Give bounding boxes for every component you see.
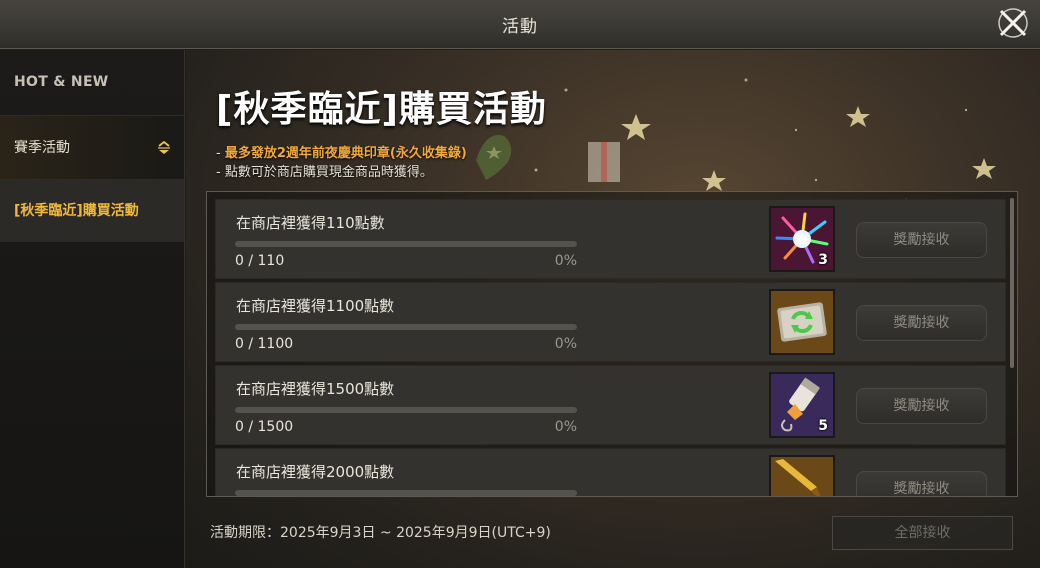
collapse-arrow-icon (158, 140, 170, 154)
claim-reward-button[interactable]: 獎勵接收 (856, 222, 987, 258)
description-bullet: - (216, 146, 225, 161)
reward-item[interactable] (769, 455, 835, 496)
event-period: 活動期限：2025年9月3日 ~ 2025年9月9日(UTC+9) (210, 525, 551, 541)
mission-task: 在商店裡獲得1100點數 (236, 297, 395, 315)
claim-reward-button[interactable]: 獎勵接收 (856, 388, 987, 424)
description-highlight: 最多發放2週年前夜慶典印章(永久收集錄) (224, 146, 467, 161)
scrollbar[interactable] (1010, 198, 1014, 368)
reward-item[interactable]: 5 (769, 372, 835, 438)
mission-row: 在商店裡獲得1100點數 0 / 1100 0% 獎勵接收 (215, 282, 1006, 362)
sidebar-item-season-events[interactable]: 賽季活動 (0, 116, 184, 180)
mission-task: 在商店裡獲得1500點數 (236, 380, 395, 398)
sidebar-item-label: HOT & NEW (14, 74, 109, 90)
sidebar-item-label: [秋季臨近]購買活動 (14, 203, 139, 219)
sidebar: HOT & NEW 賽季活動 [秋季臨近]購買活動 (0, 50, 185, 568)
sidebar-item-hot-new[interactable]: HOT & NEW (0, 50, 184, 116)
event-title: [秋季臨近]購買活動 (216, 89, 547, 130)
progress-percent: 0% (554, 419, 577, 435)
golden-blade-icon (771, 457, 833, 496)
progress-percent: 0% (554, 336, 577, 352)
mission-task: 在商店裡獲得2000點數 (236, 463, 395, 481)
event-panel: [秋季臨近]購買活動 - 最多發放2週年前夜慶典印章(永久收集錄) - 點數可於… (186, 50, 1040, 568)
event-description: - 最多發放2週年前夜慶典印章(永久收集錄) - 點數可於商店購買現金商品時獲得… (216, 144, 467, 182)
event-window: 活動 HOT & NEW 賽季活動 [秋季臨近]購買活動 [秋季臨近]購買活動 … (0, 0, 1040, 568)
progress-bar (235, 490, 577, 496)
progress-bar (235, 324, 577, 330)
reward-item[interactable] (769, 289, 835, 355)
sidebar-item-autumn-purchase[interactable]: [秋季臨近]購買活動 (0, 180, 184, 242)
reward-item[interactable]: 3 (769, 206, 835, 272)
close-button[interactable] (996, 6, 1030, 40)
window-title: 活動 (502, 17, 538, 37)
claim-reward-button[interactable]: 獎勵接收 (856, 305, 987, 341)
close-icon (998, 8, 1028, 38)
description-line-2: - 點數可於商店購買現金商品時獲得。 (216, 165, 433, 180)
claim-all-button[interactable]: 全部接收 (832, 516, 1013, 550)
mission-row: 在商店裡獲得2000點數 獎勵接收 (215, 448, 1006, 496)
mission-task: 在商店裡獲得110點數 (236, 214, 385, 232)
progress-count: 0 / 110 (235, 253, 285, 269)
reward-quantity: 5 (818, 418, 828, 434)
reward-quantity: 3 (818, 252, 828, 268)
progress-bar (235, 241, 577, 247)
claim-reward-button[interactable]: 獎勵接收 (856, 471, 987, 496)
title-bar: 活動 (0, 0, 1040, 49)
sidebar-item-label: 賽季活動 (14, 140, 70, 156)
progress-count: 0 / 1500 (235, 419, 294, 435)
description-line-1: - 最多發放2週年前夜慶典印章(永久收集錄) (216, 144, 467, 163)
progress-bar (235, 407, 577, 413)
mission-row: 在商店裡獲得1500點數 0 / 1500 0% 5 獎勵接收 (215, 365, 1006, 445)
progress-percent: 0% (554, 253, 577, 269)
mission-list[interactable]: 在商店裡獲得110點數 0 / 110 0% 3 獎勵接收 在商店裡獲得1100… (206, 191, 1018, 497)
progress-count: 0 / 1100 (235, 336, 294, 352)
mission-row: 在商店裡獲得110點數 0 / 110 0% 3 獎勵接收 (215, 199, 1006, 279)
exchange-ticket-icon (771, 291, 833, 353)
